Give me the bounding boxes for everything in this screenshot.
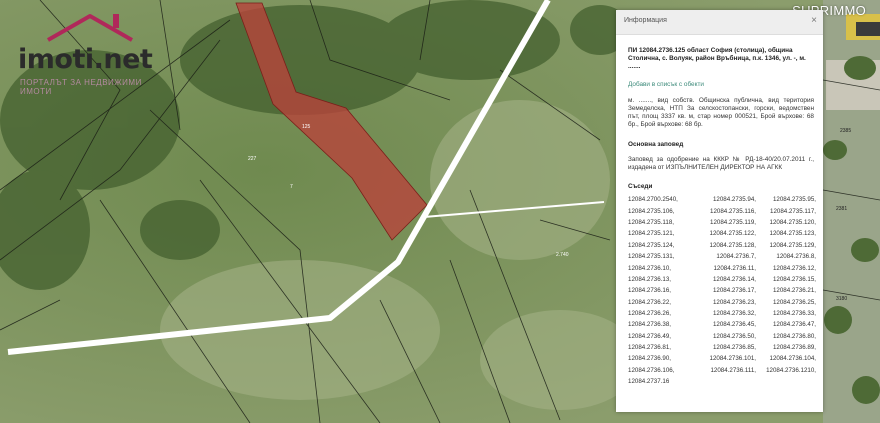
parcel-label: 125 <box>302 124 311 130</box>
plot-label: 2381 <box>836 206 847 212</box>
panel-title: Информация <box>624 17 667 24</box>
neighbor-parcel-link[interactable]: 12084.2736.16, <box>628 287 692 295</box>
neighbor-parcel-link[interactable]: 12084.2736.21, <box>756 287 816 295</box>
neighbor-parcel-link[interactable]: 12084.2735.106, <box>628 208 692 216</box>
imoti-logo: imoti.net ПОРТАЛЪТ ЗА НЕДВИЖИМИ ИМОТИ <box>8 10 168 96</box>
neighbor-parcel-link[interactable]: 12084.2736.111, <box>692 367 756 375</box>
property-title: ПИ 12084.2736.125 област София (столица)… <box>628 47 806 71</box>
neighbors-heading: Съседи <box>628 183 653 191</box>
neighbor-parcel-link[interactable]: 12084.2735.117, <box>756 208 816 216</box>
neighbor-parcel-link[interactable]: 12084.2736.32, <box>692 310 756 318</box>
neighbor-parcel-link[interactable]: 12084.2736.7, <box>692 253 756 261</box>
neighbor-parcel-link[interactable]: 12084.2736.47, <box>756 321 816 329</box>
neighbor-parcel-link[interactable]: 12084.2736.22, <box>628 299 692 307</box>
neighbor-parcel-link[interactable]: 12084.2736.17, <box>692 287 756 295</box>
panel-header: Информация × <box>616 10 823 35</box>
neighbor-parcel-link[interactable]: 12084.2735.94, <box>692 196 756 204</box>
neighbor-parcel-link[interactable]: 12084.2736.33, <box>756 310 816 318</box>
neighbor-parcel-link[interactable]: 12084.2736.106, <box>628 367 692 375</box>
info-panel: Информация × ПИ 12084.2736.125 област Со… <box>616 10 823 412</box>
neighbor-parcel-link[interactable]: 12084.2736.12, <box>756 265 816 273</box>
neighbor-parcel-link[interactable]: 12084.2736.8, <box>756 253 816 261</box>
logo-tagline: ПОРТАЛЪТ ЗА НЕДВИЖИМИ ИМОТИ <box>20 78 142 96</box>
neighbor-parcel-link[interactable]: 12084.2736.1210, <box>756 367 816 375</box>
plot-label: 3180 <box>836 296 847 302</box>
neighbor-parcel-link[interactable]: 12084.2736.104, <box>756 355 816 363</box>
neighbor-parcel-link[interactable]: 12084.2736.10, <box>628 265 692 273</box>
logo-text: imoti.net <box>18 44 153 75</box>
parcel-label: 7 <box>290 184 293 190</box>
neighbor-parcel-link[interactable]: 12084.2735.131, <box>628 253 692 261</box>
neighbor-parcel-link[interactable]: 12084.2735.122, <box>692 230 756 238</box>
neighbor-parcel-link[interactable]: 12084.2735.120, <box>756 219 816 227</box>
neighbor-parcel-link[interactable]: 12084.2736.89, <box>756 344 816 352</box>
neighbor-parcel-link[interactable]: 12084.2735.123, <box>756 230 816 238</box>
add-to-list-link[interactable]: Добави в списък с обекти <box>628 81 814 89</box>
neighbor-parcel-link[interactable]: 12084.2736.85, <box>692 344 756 352</box>
parcel-label: 227 <box>248 156 257 162</box>
neighbor-parcel-link[interactable]: 12084.2736.101, <box>692 355 756 363</box>
neighbor-parcel-link[interactable]: 12084.2736.13, <box>628 276 692 284</box>
close-icon[interactable]: × <box>811 15 817 26</box>
plot-label: 2385 <box>840 128 851 134</box>
neighbor-parcel-link[interactable]: 12084.2735.128, <box>692 242 756 250</box>
neighbor-parcel-link[interactable]: 12084.2736.38, <box>628 321 692 329</box>
plot-label: 2.740 <box>556 252 569 258</box>
neighbor-parcel-link[interactable]: 12084.2735.118, <box>628 219 692 227</box>
neighbor-parcel-link[interactable]: 12084.2700.2540, <box>628 196 692 204</box>
neighbor-parcel-link[interactable]: 12084.2736.81, <box>628 344 692 352</box>
neighbor-parcel-link[interactable]: 12084.2736.14, <box>692 276 756 284</box>
order-heading: Основна заповед <box>628 140 684 148</box>
panel-body: ПИ 12084.2736.125 област София (столица)… <box>616 35 823 386</box>
neighbor-parcel-link[interactable]: 12084.2735.121, <box>628 230 692 238</box>
neighbor-parcel-link[interactable]: 12084.2736.80, <box>756 333 816 341</box>
neighbor-parcel-link[interactable]: 12084.2735.124, <box>628 242 692 250</box>
neighbor-parcel-link[interactable]: 12084.2735.95, <box>756 196 816 204</box>
neighbor-parcel-link[interactable]: 12084.2735.116, <box>692 208 756 216</box>
neighbors-list: 12084.2700.2540, 12084.2735.94, 12084.2735… <box>628 196 816 386</box>
neighbor-parcel-link[interactable]: 12084.2736.15, <box>756 276 816 284</box>
order-text: Заповед за одобрение на КККР № РД-18-40/… <box>628 155 814 172</box>
neighbor-parcel-link[interactable]: 12084.2735.119, <box>692 219 756 227</box>
neighbor-parcel-link[interactable]: 12084.2736.49, <box>628 333 692 341</box>
property-description: м. ......., вид собств. Общинска публичн… <box>628 96 814 129</box>
neighbor-parcel-link[interactable]: 12084.2736.23, <box>692 299 756 307</box>
neighbor-parcel-link[interactable]: 12084.2736.90, <box>628 355 692 363</box>
neighbor-parcel-link[interactable]: 12084.2737.16 <box>628 378 692 386</box>
neighbor-parcel-link[interactable]: 12084.2735.129, <box>756 242 816 250</box>
neighbor-parcel-link[interactable]: 12084.2736.11, <box>692 265 756 273</box>
neighbor-parcel-link[interactable]: 12084.2736.26, <box>628 310 692 318</box>
neighbor-parcel-link[interactable]: 12084.2736.25, <box>756 299 816 307</box>
neighbor-parcel-link[interactable]: 12084.2736.50, <box>692 333 756 341</box>
neighbor-parcel-link[interactable]: 12084.2736.45, <box>692 321 756 329</box>
